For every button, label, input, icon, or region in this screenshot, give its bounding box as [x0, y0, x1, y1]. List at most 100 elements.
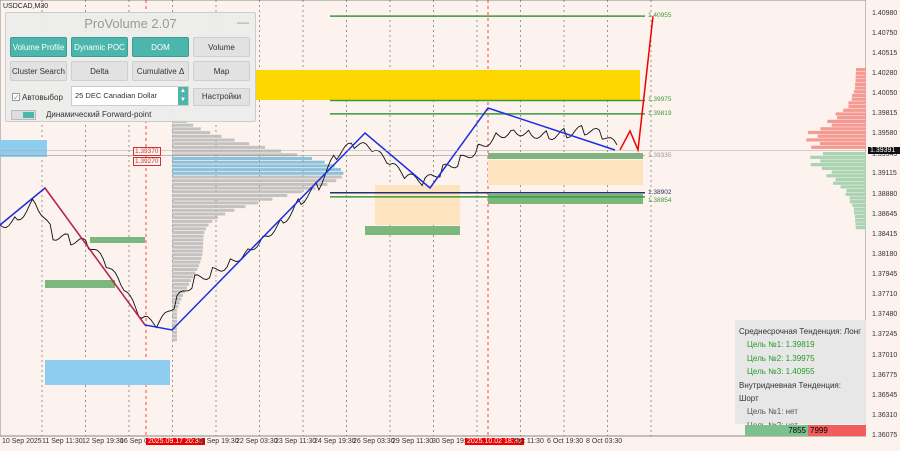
dom-ask-bar [852, 93, 866, 98]
time-tick: 23 Sep 11:30 [275, 438, 317, 445]
volume-profile-bar [172, 312, 177, 316]
sell-volume: 7999 [808, 425, 866, 436]
left-level-label: 1.39370 [133, 147, 161, 156]
green-zone [488, 153, 643, 159]
volume-profile-bar [172, 149, 282, 153]
price-tick: 1.37945 [872, 271, 898, 279]
price-tick: 1.40050 [872, 90, 898, 97]
price-tick: 1.39580 [872, 130, 898, 138]
volume-profile-bar [172, 157, 312, 160]
volume-button[interactable]: Volume [193, 37, 250, 57]
dom-ask-bar [820, 142, 866, 146]
volume-profile-bar [172, 330, 177, 334]
dom-ask-bar [835, 112, 866, 116]
price-tick: 1.36310 [872, 411, 898, 419]
volume-profile-bar [172, 138, 235, 142]
symbol-label: USDCAD,M30 [3, 3, 49, 10]
level-label: 1.38902 [648, 188, 672, 196]
volume-profile-bar [172, 275, 194, 279]
volume-profile-bar [172, 216, 218, 220]
volume-profile-bar [172, 242, 204, 246]
map-button[interactable]: Map [193, 61, 250, 81]
dom-ask-bar [808, 130, 866, 135]
forward-point-toggle[interactable] [11, 110, 36, 120]
dom-ask-bar [854, 86, 866, 90]
dynamic-poc-button[interactable]: Dynamic POC [71, 37, 128, 57]
volume-profile-bar [172, 197, 273, 201]
dom-ask-bar [831, 123, 866, 127]
volume-profile-bar [172, 234, 204, 238]
volume-profile-bar [172, 142, 250, 146]
volume-profile-bar [172, 256, 202, 260]
autoselect-label: Автовыбор [22, 93, 63, 102]
green-zone [45, 280, 115, 288]
dom-ask-bar [837, 116, 866, 120]
settings-button[interactable]: Настройки [193, 88, 250, 106]
chevron-updown-icon: ▲ ▼ [178, 87, 188, 105]
cluster-search-button[interactable]: Cluster Search [10, 61, 67, 81]
dom-bid-bar [855, 226, 866, 230]
green-zone [488, 194, 643, 204]
volume-profile-button[interactable]: Volume Profile [10, 37, 67, 57]
forward-point-label: Динамический Forward-point [46, 110, 152, 119]
volume-profile-bar [172, 212, 226, 216]
volume-profile-bar [172, 182, 328, 186]
time-tick: 2025.09.17 20:30 [146, 438, 205, 445]
dom-ask-bar [817, 134, 866, 138]
delta-button[interactable]: Delta [71, 61, 128, 81]
minimize-button[interactable]: — [237, 15, 249, 29]
level-label: 1.39335 [648, 151, 672, 159]
volume-profile-bar [172, 127, 201, 131]
dom-bid-bar [835, 177, 866, 182]
volume-profile-bar [172, 338, 177, 342]
volume-profile-bar [172, 279, 192, 283]
cumulative-delta-button[interactable]: Cumulative Δ [132, 61, 189, 81]
volume-profile-bar [172, 223, 209, 227]
price-tick: 1.36075 [872, 432, 898, 439]
price-tick: 1.38880 [872, 190, 898, 198]
price-tick: 1.39115 [872, 170, 897, 178]
volume-profile-bar [172, 171, 344, 175]
volume-profile-bar [172, 179, 337, 183]
level-label: 1.39975 [648, 96, 672, 104]
time-tick: Oct 11:30 [514, 438, 544, 445]
level-label: 1.40955 [648, 12, 672, 20]
volume-profile-bar [172, 190, 302, 194]
time-tick: 18 Sep 19:30 [197, 438, 239, 445]
autoselect-checkbox[interactable]: ✓ Автовыбор [12, 93, 63, 102]
time-tick: 11 Sep 11:30 [42, 438, 83, 445]
dom-ask-bar [855, 71, 866, 75]
level-label: 1.39819 [648, 109, 672, 117]
dom-bid-bar [810, 163, 866, 167]
volume-profile-bar [172, 153, 298, 157]
mid-target: Цель №3: 1.40955 [747, 367, 815, 377]
dom-ask-bar [848, 101, 866, 105]
blue-zone [0, 140, 47, 157]
dom-ask-bar [806, 138, 866, 142]
volume-profile-bar [172, 264, 199, 268]
time-tick: 10 Sep 2025 [2, 438, 42, 445]
dom-bid-bar [845, 192, 866, 196]
price-tick: 1.40515 [872, 50, 898, 57]
price-tick: 1.40750 [872, 29, 898, 37]
dom-bid-bar [820, 159, 866, 163]
volume-profile-bar [172, 134, 222, 138]
dom-bid-bar [826, 174, 866, 178]
orange-zone [375, 185, 460, 225]
dom-button[interactable]: DOM [132, 37, 189, 57]
time-tick: 12 Sep 19:30 [82, 438, 124, 445]
volume-profile-bar [172, 175, 342, 179]
mid-trend: Среднесрочная Тенденция: Лонг [739, 327, 862, 336]
volume-profile-bar [172, 334, 177, 338]
volume-profile-bar [172, 253, 203, 257]
contract-select[interactable]: 25 DEC Canadian Dollar ▲ ▼ [71, 86, 189, 106]
dom-ask-bar [855, 68, 866, 72]
volume-profile-bar [172, 194, 288, 197]
check-icon: ✓ [12, 93, 20, 102]
volume-profile-bar [172, 245, 204, 249]
price-tick: 1.37245 [872, 331, 898, 339]
mid-target: Цель №2: 1.39975 [747, 353, 815, 363]
volume-profile-bar [172, 227, 206, 231]
volume-profile-bar [172, 168, 341, 172]
time-tick: 8 Oct 03:30 [586, 438, 623, 445]
